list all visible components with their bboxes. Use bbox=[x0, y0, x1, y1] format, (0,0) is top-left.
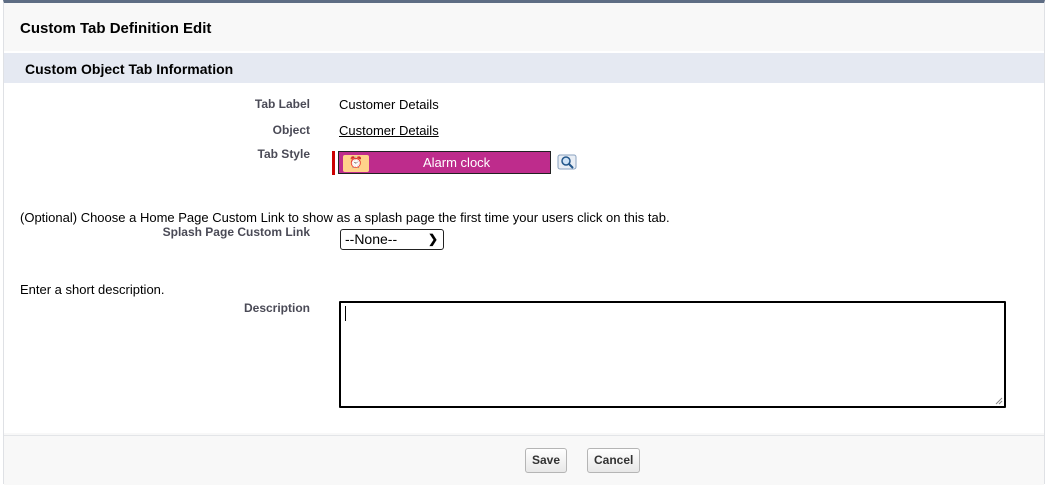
splash-hint: (Optional) Choose a Home Page Custom Lin… bbox=[20, 210, 670, 225]
object-label: Object bbox=[272, 123, 310, 137]
tab-style-preview: ⏰ Alarm clock bbox=[338, 151, 551, 174]
alarm-clock-icon: ⏰ bbox=[343, 155, 369, 172]
button-footer: Save Cancel bbox=[4, 435, 1044, 485]
cancel-button[interactable]: Cancel bbox=[587, 448, 641, 473]
style-lookup-icon[interactable] bbox=[557, 154, 579, 172]
description-textarea[interactable] bbox=[339, 301, 1006, 408]
page-title: Custom Tab Definition Edit bbox=[20, 20, 212, 37]
section-header: Custom Object Tab Information bbox=[4, 53, 1044, 83]
section-title: Custom Object Tab Information bbox=[25, 61, 234, 77]
chevron-down-icon: ❯ bbox=[427, 232, 438, 246]
save-button[interactable]: Save bbox=[525, 448, 568, 473]
description-label: Description bbox=[243, 301, 310, 315]
text-caret bbox=[345, 306, 346, 321]
tab-style-swatch: ⏰ Alarm clock bbox=[332, 151, 551, 175]
tab-label-label: Tab Label bbox=[254, 97, 310, 111]
tab-style-name: Alarm clock bbox=[423, 155, 491, 170]
tab-edit-page: Custom Tab Definition Edit Custom Object… bbox=[3, 0, 1045, 485]
tab-style-label: Tab Style bbox=[257, 147, 310, 161]
object-link[interactable]: Customer Details bbox=[339, 123, 439, 138]
splash-link-label: Splash Page Custom Link bbox=[162, 225, 310, 239]
tab-label-value: Customer Details bbox=[339, 97, 439, 112]
page-header: Custom Tab Definition Edit bbox=[4, 3, 1044, 52]
splash-link-selected: --None-- bbox=[345, 231, 398, 247]
resize-grip-icon[interactable] bbox=[995, 397, 1003, 405]
description-hint: Enter a short description. bbox=[20, 282, 165, 297]
splash-link-select[interactable]: --None-- ❯ bbox=[340, 229, 444, 250]
tab-info-section: Custom Object Tab Information Tab Label … bbox=[4, 51, 1044, 433]
